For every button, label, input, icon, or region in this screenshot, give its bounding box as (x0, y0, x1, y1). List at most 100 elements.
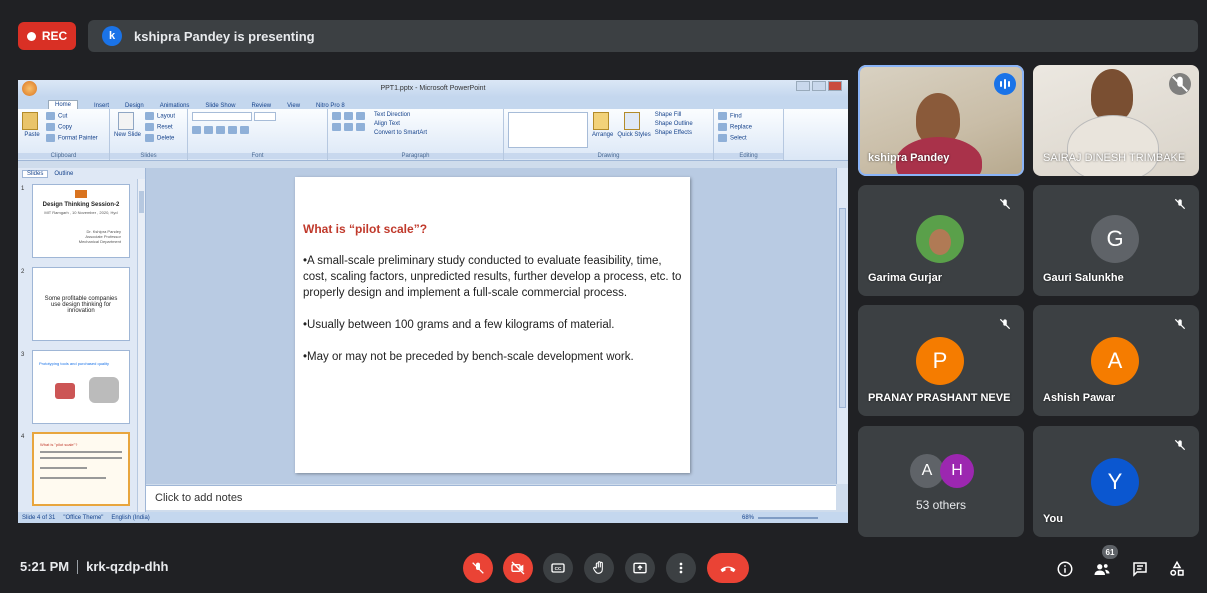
quick-styles-label[interactable]: Quick Styles (617, 132, 650, 138)
participant-tile-kshipra[interactable]: kshipra Pandey (858, 65, 1024, 176)
convert-smartart-button[interactable]: Convert to SmartArt (374, 130, 427, 136)
shape-fill-button[interactable]: Shape Fill (655, 112, 693, 118)
cut-button[interactable]: Cut (58, 114, 67, 120)
arrange-icon[interactable] (592, 112, 609, 130)
reset-button[interactable]: Reset (157, 125, 173, 131)
paste-label[interactable]: Paste (24, 132, 39, 138)
clock-time: 5:21 PM (20, 559, 70, 574)
window-controls (796, 81, 842, 91)
meet-window: REC k kshipra Pandey is presenting PPT1.… (0, 0, 1207, 593)
font-name-box[interactable] (192, 112, 252, 121)
bullets-icon[interactable] (332, 112, 341, 120)
thumb-line (40, 467, 87, 469)
participant-tile-others[interactable]: A H 53 others (858, 426, 1024, 537)
slide-thumbnail-4[interactable]: What is "pilot scale"? (32, 432, 130, 506)
thumb-title: Design Thinking Session-2 (42, 202, 120, 208)
italic-icon[interactable] (204, 126, 213, 134)
panel-tabs: Slides Outline (18, 168, 145, 179)
thumb-author: Dr. Kshipra Pandey Associate Professor M… (78, 229, 121, 244)
new-slide-icon[interactable] (117, 112, 134, 130)
raise-hand-button[interactable] (584, 553, 614, 583)
leave-call-button[interactable] (707, 553, 749, 583)
notes-pane[interactable]: Click to add notes (146, 485, 836, 510)
slides-group-label: Slides (110, 153, 187, 159)
clipboard-group: Paste Cut Copy Format Painter Clipboard (18, 109, 110, 160)
underline-icon[interactable] (216, 126, 225, 134)
shape-outline-button[interactable]: Shape Outline (655, 121, 693, 127)
slide-thumbnail-1[interactable]: Design Thinking Session-2 MIT Ramgarh , … (32, 184, 130, 258)
mic-off-icon (1171, 315, 1189, 333)
more-options-button[interactable] (666, 553, 696, 583)
camera-toggle-button[interactable] (503, 553, 533, 583)
activities-button[interactable] (1166, 558, 1188, 580)
participant-tile-gauri[interactable]: G Gauri Salunkhe (1033, 185, 1199, 296)
status-bar: Slide 4 of 31 "Office Theme" English (In… (18, 512, 848, 523)
paragraph-group-label: Paragraph (328, 153, 503, 159)
select-icon (718, 134, 727, 142)
indent-icon[interactable] (356, 112, 365, 120)
minimize-icon[interactable] (796, 81, 810, 91)
participant-tile-sairaj[interactable]: SAIRAJ DINESH TRIMBAKE (1033, 65, 1199, 176)
mic-off-icon (1171, 195, 1189, 213)
align-center-icon[interactable] (344, 123, 353, 131)
people-button[interactable] (1091, 558, 1113, 580)
mic-toggle-button[interactable] (463, 553, 493, 583)
current-slide[interactable]: What is “pilot scale”? •A small-scale pr… (295, 177, 690, 473)
canvas-scrollbar[interactable] (836, 168, 848, 484)
captions-icon: CC (551, 563, 565, 573)
shapes-gallery[interactable] (508, 112, 588, 148)
font-size-box[interactable] (253, 112, 276, 121)
recording-badge: REC (18, 22, 76, 50)
close-icon[interactable] (828, 81, 842, 91)
shape-effects-button[interactable]: Shape Effects (655, 130, 693, 136)
participant-avatar: Y (1091, 458, 1139, 506)
participant-tile-garima[interactable]: Garima Gurjar (858, 185, 1024, 296)
tab-home[interactable]: Home (48, 100, 79, 109)
new-slide-label[interactable]: New Slide (114, 132, 141, 138)
find-button[interactable]: Find (730, 114, 742, 120)
delete-button[interactable]: Delete (157, 136, 174, 142)
chat-button[interactable] (1129, 558, 1151, 580)
text-direction-button[interactable]: Text Direction (374, 112, 427, 118)
panel-scrollbar[interactable] (137, 179, 145, 512)
quick-styles-icon[interactable] (624, 112, 641, 130)
participant-tile-pranay[interactable]: P PRANAY PRASHANT NEVE (858, 305, 1024, 416)
strikethrough-icon[interactable] (228, 126, 237, 134)
activities-icon (1170, 560, 1184, 576)
scroll-thumb[interactable] (139, 191, 144, 213)
align-right-icon[interactable] (356, 123, 365, 131)
maximize-icon[interactable] (812, 81, 826, 91)
face-icon (929, 229, 951, 255)
zoom-slider[interactable] (758, 516, 818, 519)
numbering-icon[interactable] (344, 112, 353, 120)
participant-tile-ashish[interactable]: A Ashish Pawar (1033, 305, 1199, 416)
align-left-icon[interactable] (332, 123, 341, 131)
format-painter-button[interactable]: Format Painter (58, 136, 98, 142)
mic-off-icon (1171, 436, 1189, 454)
participant-photo-avatar (916, 215, 964, 263)
tab-outline[interactable]: Outline (54, 171, 73, 177)
zoom-control[interactable]: 68% (742, 515, 818, 521)
scroll-thumb[interactable] (839, 208, 846, 408)
meeting-details-button[interactable] (1054, 558, 1076, 580)
cut-icon (46, 112, 55, 120)
align-text-button[interactable]: Align Text (374, 121, 427, 127)
select-button[interactable]: Select (730, 136, 747, 142)
thumb-number: 3 (21, 352, 25, 358)
font-color-icon[interactable] (240, 126, 249, 134)
info-icon (1057, 561, 1073, 577)
tab-slides[interactable]: Slides (22, 169, 49, 178)
layout-button[interactable]: Layout (157, 114, 175, 120)
bullet-3: •May or may not be preceded by bench-sca… (303, 351, 634, 363)
office-button-icon[interactable] (22, 81, 37, 96)
participant-tile-you[interactable]: Y You (1033, 426, 1199, 537)
copy-button[interactable]: Copy (58, 125, 72, 131)
slide-thumbnail-2[interactable]: Some profitable companies use design thi… (32, 267, 130, 341)
slide-thumbnail-3[interactable]: Prototyping tools and purchased quality (32, 350, 130, 424)
captions-button[interactable]: CC (543, 553, 573, 583)
replace-button[interactable]: Replace (730, 125, 752, 131)
bold-icon[interactable] (192, 126, 201, 134)
paste-icon[interactable] (22, 112, 38, 130)
arrange-label[interactable]: Arrange (592, 132, 613, 138)
present-button[interactable] (625, 553, 655, 583)
